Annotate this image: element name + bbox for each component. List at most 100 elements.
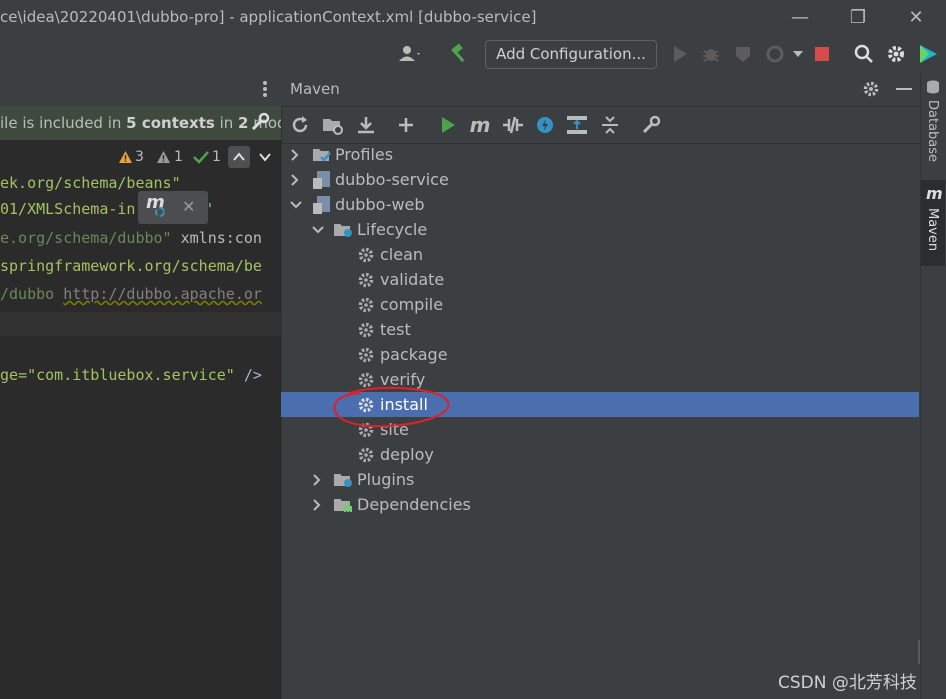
watermark: CSDN @北芳科技 [778, 673, 917, 693]
next-highlight-button[interactable] [254, 146, 276, 168]
code-line-3-string: e.org/schema/dubbo" [0, 229, 172, 247]
context-banner-middle: in [214, 114, 239, 132]
weak-warning-icon [156, 150, 171, 168]
goal-gear-icon [358, 447, 374, 463]
plugins-label: Plugins [357, 470, 415, 489]
resize-handle[interactable] [918, 640, 920, 664]
code-line-5-url[interactable]: http://dubbo.apache.or [63, 285, 262, 303]
code-line-2: 01/XMLSchema-in [0, 200, 136, 218]
context-banner: ile is included in 5 contexts in 2 modul… [0, 106, 281, 140]
current-line-highlight [0, 312, 281, 336]
database-tool-tab[interactable]: Database [921, 74, 945, 168]
profiles-folder-icon [313, 149, 331, 162]
goal-label: deploy [380, 445, 434, 464]
run-maven-build-icon[interactable] [435, 112, 461, 138]
chevron-down-icon[interactable] [312, 225, 324, 235]
maven-module-icon [313, 171, 330, 189]
maven-header [281, 72, 920, 107]
code-line-6-text: ge="com.itbluebox.service" [0, 366, 235, 384]
maven-module-icon [313, 196, 330, 214]
database-tab-label: Database [925, 100, 940, 163]
chevron-right-icon[interactable] [290, 174, 300, 186]
show-dependencies-icon[interactable] [564, 112, 590, 138]
lifecycle-label: Lifecycle [357, 220, 428, 239]
run-icon[interactable] [668, 42, 692, 66]
settings-gear-icon[interactable] [884, 42, 908, 66]
code-line-4: springframework.org/schema/be [0, 257, 262, 275]
goal-label: compile [380, 295, 444, 314]
close-button[interactable]: ✕ [904, 6, 928, 30]
dependencies-folder-icon [334, 499, 352, 512]
previous-highlight-button[interactable] [228, 146, 250, 168]
toggle-offline-mode-icon[interactable] [500, 112, 526, 138]
goal-gear-icon [358, 247, 374, 263]
goal-gear-icon [358, 322, 374, 338]
wrench-icon[interactable] [250, 112, 272, 136]
chevron-down-icon[interactable] [290, 200, 302, 210]
goal-label: package [380, 345, 448, 364]
goal-gear-icon [358, 297, 374, 313]
skip-tests-icon[interactable] [532, 112, 558, 138]
close-popup-icon[interactable]: ✕ [182, 197, 195, 216]
build-hammer-icon[interactable] [448, 42, 472, 66]
maven-tool-tab[interactable]: m Maven [921, 180, 945, 266]
context-banner-prefix: ile is included in [0, 114, 127, 132]
hide-panel-icon[interactable] [896, 88, 912, 90]
maven-tab-label: Maven [925, 208, 940, 252]
weak-warning-count: 1 [174, 149, 183, 165]
maven-settings-gear-icon[interactable] [862, 80, 880, 102]
editor-tabs-header [0, 72, 281, 106]
add-configuration-button[interactable]: Add Configuration... [485, 40, 657, 69]
profile-icon[interactable] [763, 42, 787, 66]
code-line-6: ge="com.itbluebox.service" /> [0, 366, 262, 384]
dependencies-label: Dependencies [357, 495, 471, 514]
maven-settings-wrench-icon[interactable] [639, 112, 665, 138]
chevron-right-icon[interactable] [312, 499, 322, 511]
goal-gear-icon [358, 347, 374, 363]
add-maven-project-icon[interactable] [393, 112, 419, 138]
minimize-button[interactable]: — [788, 6, 812, 30]
goal-gear-icon [358, 272, 374, 288]
lifecycle-folder-icon [334, 224, 352, 237]
stop-icon[interactable] [810, 42, 834, 66]
reload-all-icon[interactable] [287, 112, 313, 138]
maven-panel-title: Maven [290, 80, 340, 98]
collapse-all-icon[interactable] [597, 112, 623, 138]
restore-button[interactable]: ❐ [846, 6, 870, 30]
run-menu-chevron-icon[interactable] [786, 42, 810, 66]
code-line-1: ek.org/schema/beans" [0, 174, 181, 192]
code-with-me-icon[interactable] [916, 42, 940, 66]
typo-check-icon [193, 150, 209, 168]
code-line-3: e.org/schema/dubbo" xmlns:con [0, 229, 262, 247]
maven-tab-glyph: m [926, 184, 943, 203]
dubbo-service-label: dubbo-service [335, 170, 449, 189]
profiles-label: Profiles [335, 145, 394, 164]
execute-maven-goal-icon[interactable]: m [467, 112, 493, 138]
chevron-right-icon[interactable] [312, 474, 322, 486]
plugins-folder-icon [334, 474, 352, 487]
maven-reload-popup[interactable]: m ✕ [138, 191, 208, 224]
window-title: ce\idea\20220401\dubbo-pro] - applicatio… [0, 8, 537, 26]
chevron-right-icon[interactable] [290, 149, 300, 161]
download-sources-icon[interactable] [353, 112, 379, 138]
goal-label: test [380, 320, 411, 339]
coverage-icon[interactable] [731, 42, 755, 66]
goal-label: clean [380, 245, 424, 264]
search-icon[interactable] [852, 42, 876, 66]
generate-sources-icon[interactable] [320, 112, 346, 138]
context-banner-contexts: 5 contexts [126, 114, 215, 132]
more-options-icon[interactable] [262, 80, 268, 98]
reload-arrows-icon [154, 204, 166, 222]
goal-label: validate [380, 270, 445, 289]
code-line-6-close: /> [243, 366, 262, 384]
debug-icon[interactable] [699, 42, 723, 66]
dubbo-web-label: dubbo-web [335, 195, 425, 214]
typo-count: 1 [212, 149, 221, 165]
context-banner-modules-count: 2 [238, 114, 249, 132]
warning-count: 3 [135, 149, 144, 165]
user-icon[interactable] [398, 42, 422, 66]
code-line-5: /dubbo http://dubbo.apache.or [0, 285, 262, 303]
code-line-5-text: /dubbo [0, 285, 64, 303]
database-icon [927, 80, 939, 94]
inspection-widget[interactable]: 3 1 1 [0, 140, 281, 174]
